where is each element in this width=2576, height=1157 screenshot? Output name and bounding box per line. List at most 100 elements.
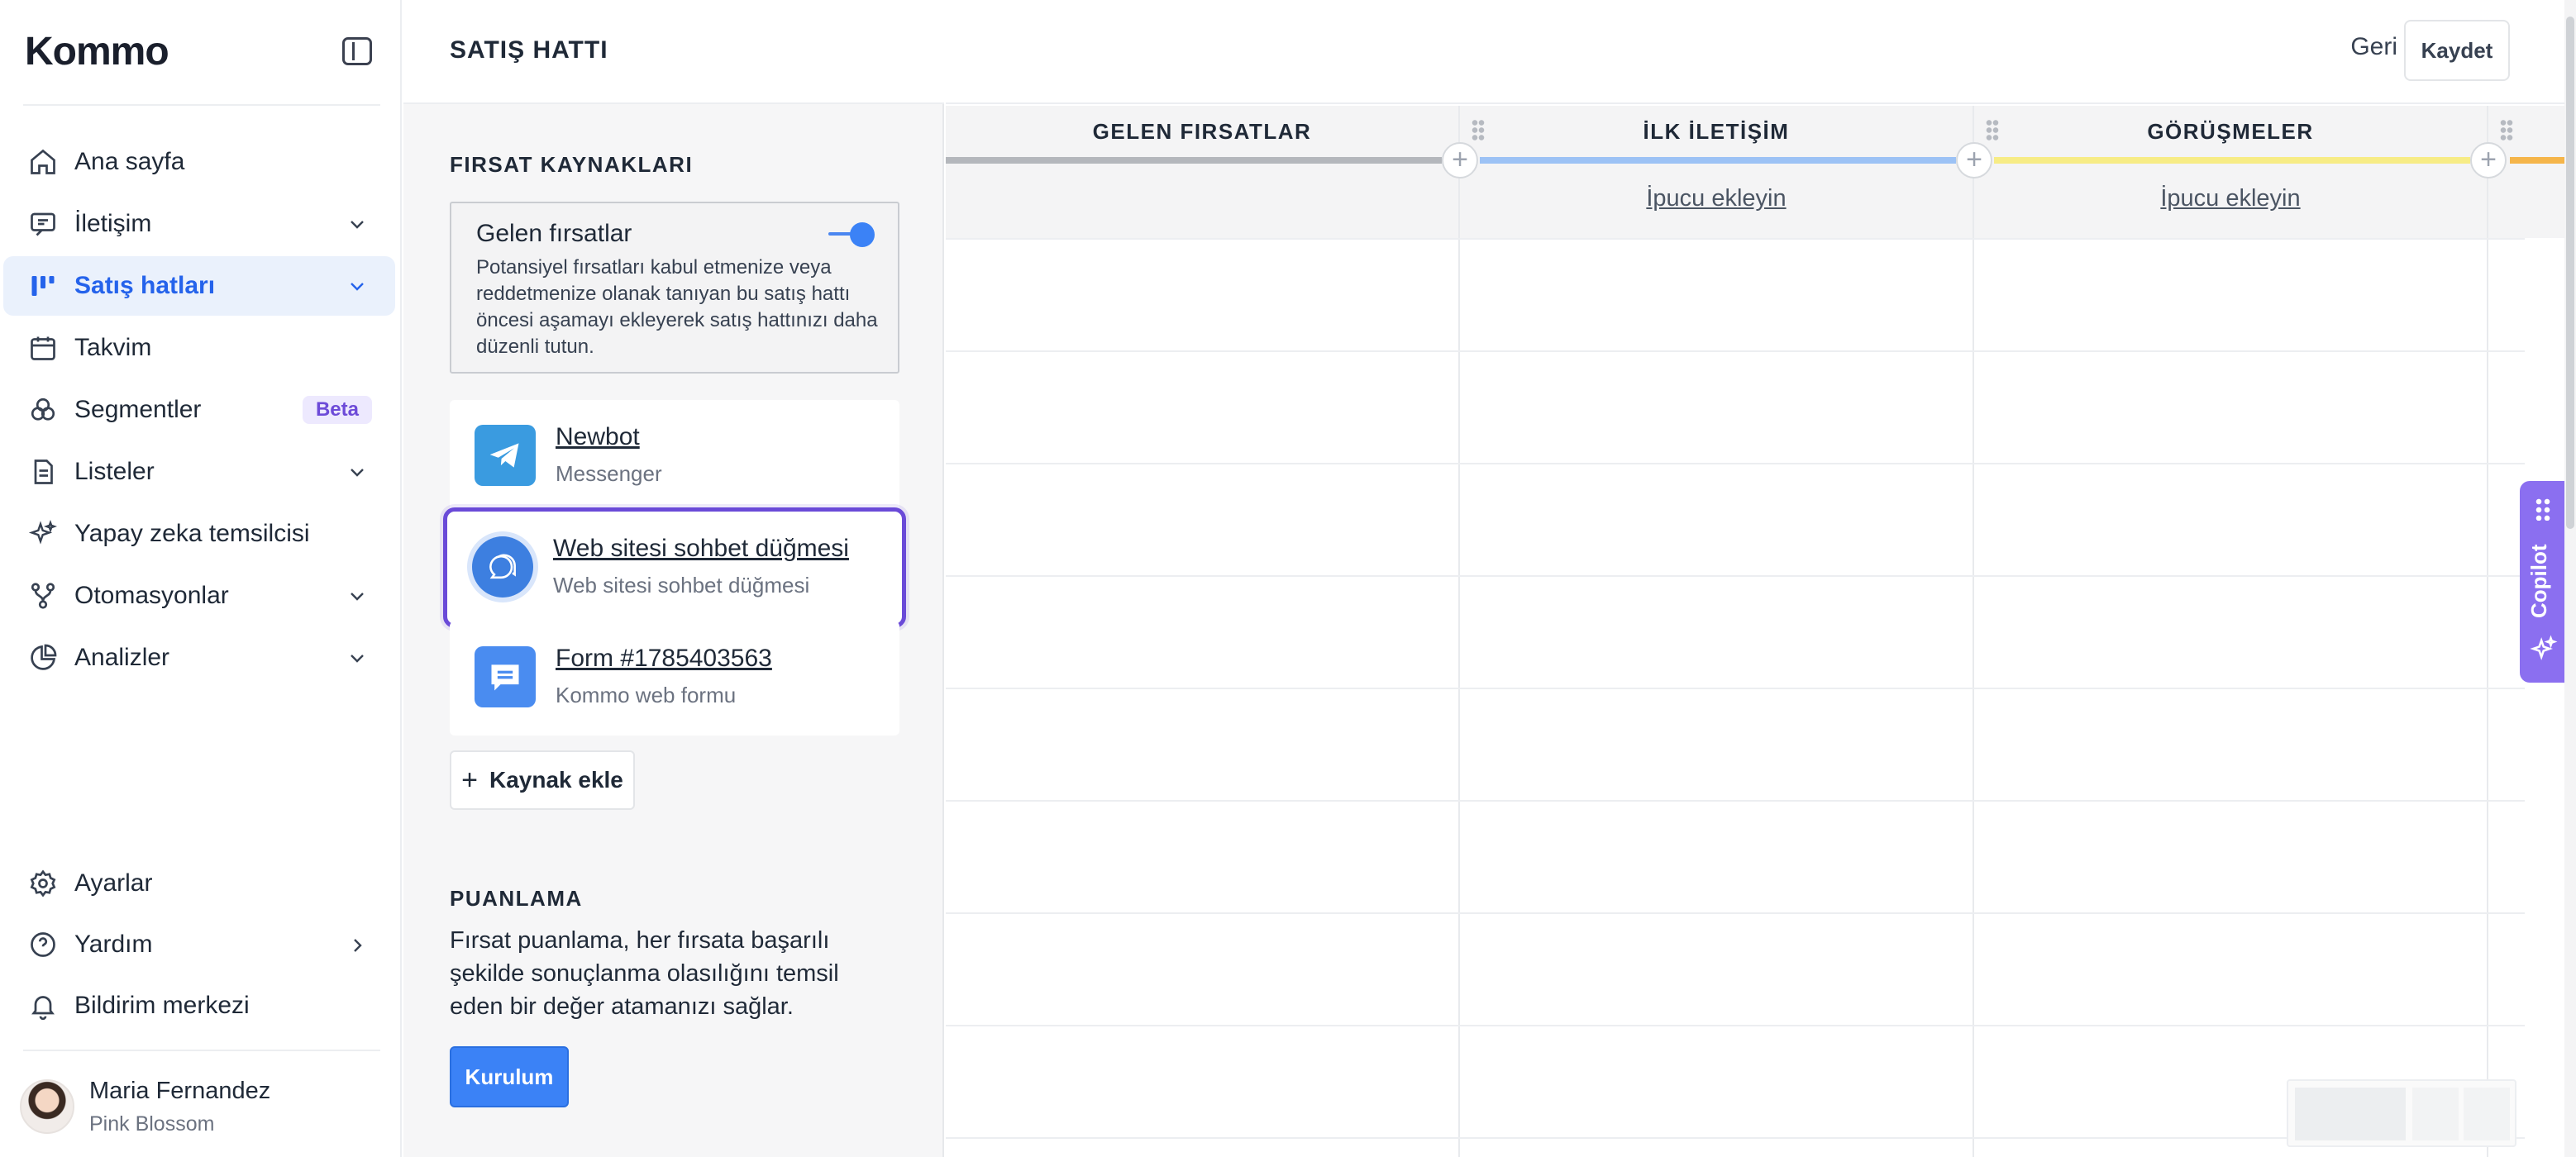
- sidebar-item-label: Ayarlar: [74, 869, 153, 897]
- sidebar-item-label: Segmentler: [74, 396, 202, 423]
- add-stage-plus-icon[interactable]: +: [2470, 142, 2507, 179]
- sidebar-item-pipelines[interactable]: Satış hatları: [3, 256, 395, 316]
- sidebar-collapse-icon[interactable]: [342, 37, 372, 65]
- row-divider: [946, 688, 2525, 689]
- chevron-right-icon[interactable]: [347, 936, 367, 955]
- pipeline-settings-panel: SATIŞ HATTI FIRSAT KAYNAKLARI Gelen fırs…: [403, 0, 944, 1157]
- sidebar: Kommo Ana sayfa İletişim Satış hatları T…: [0, 0, 402, 1157]
- stage-color-bar: [1480, 157, 1956, 164]
- add-stage-plus-icon[interactable]: +: [1956, 142, 1992, 179]
- source-name[interactable]: Newbot: [556, 423, 640, 451]
- help-icon: [26, 928, 60, 961]
- avatar: [20, 1079, 74, 1134]
- bell-icon: [26, 989, 60, 1022]
- sidebar-item-label: Otomasyonlar: [74, 582, 229, 609]
- scoring-description: Fırsat puanlama, her fırsata başarılı şe…: [450, 927, 839, 1020]
- row-divider: [946, 350, 2525, 352]
- sidebar-item-notifications[interactable]: Bildirim merkezi: [3, 977, 395, 1035]
- sidebar-item-settings[interactable]: Ayarlar: [3, 855, 395, 912]
- sidebar-item-label: Ana sayfa: [74, 148, 185, 175]
- sidebar-item-label: Yapay zeka temsilcisi: [74, 520, 310, 547]
- incoming-leads-toggle[interactable]: [828, 220, 875, 248]
- sidebar-item-automations[interactable]: Otomasyonlar: [3, 566, 395, 626]
- setup-button[interactable]: Kurulum: [450, 1046, 569, 1107]
- minimap-widget[interactable]: [2287, 1079, 2516, 1147]
- add-hint-link[interactable]: İpucu ekleyin: [1974, 185, 2487, 212]
- row-divider: [946, 463, 2525, 464]
- sidebar-item-segments[interactable]: Segmentler Beta: [3, 380, 395, 440]
- sparkle-icon: [2530, 635, 2558, 660]
- chevron-down-icon[interactable]: [347, 648, 367, 668]
- sidebar-item-label: Yardım: [74, 931, 153, 958]
- automation-icon: [26, 579, 60, 612]
- sidebar-item-analytics[interactable]: Analizler: [3, 628, 395, 688]
- stage-column-incoming[interactable]: GELEN FIRSATLAR: [946, 106, 1460, 1157]
- source-type: Messenger: [556, 461, 662, 486]
- sidebar-item-lists[interactable]: Listeler: [3, 442, 395, 502]
- source-card-newbot[interactable]: Newbot Messenger: [450, 400, 899, 514]
- sparkle-icon: [26, 517, 60, 550]
- incoming-leads-description: Potansiyel fırsatları kabul etmenize vey…: [476, 256, 878, 358]
- sidebar-item-communication[interactable]: İletişim: [3, 194, 395, 254]
- add-hint-link[interactable]: İpucu ekleyin: [1460, 185, 1973, 212]
- stage-color-bar: [946, 157, 1442, 164]
- copilot-tab[interactable]: Copilot: [2520, 481, 2566, 683]
- chevron-down-icon[interactable]: [347, 214, 367, 234]
- stage-column-meetings[interactable]: GÖRÜŞMELER İpucu ekleyin: [1974, 106, 2488, 1157]
- gear-icon: [26, 867, 60, 900]
- stage-title[interactable]: İLK İLETİŞİM: [1460, 119, 1973, 145]
- source-card-website-chat[interactable]: Web sitesi sohbet düğmesi Web sitesi soh…: [443, 507, 906, 628]
- source-name[interactable]: Form #1785403563: [556, 645, 772, 673]
- home-icon: [26, 145, 60, 179]
- logo-row: Kommo: [25, 25, 372, 79]
- stage-title[interactable]: GELEN FIRSATLAR: [946, 119, 1458, 145]
- scoring-section-title: PUANLAMA: [450, 886, 583, 911]
- kommo-logo[interactable]: Kommo: [25, 25, 169, 79]
- chat-icon: [26, 207, 60, 240]
- row-divider: [946, 1025, 2525, 1026]
- sidebar-item-label: İletişim: [74, 210, 152, 237]
- copilot-label: Copilot: [2526, 544, 2551, 618]
- source-name[interactable]: Web sitesi sohbet düğmesi: [553, 535, 849, 563]
- stage-title[interactable]: GÖRÜŞMELER: [1974, 119, 2487, 145]
- sidebar-item-ai-agent[interactable]: Yapay zeka temsilcisi: [3, 504, 395, 564]
- sidebar-item-help[interactable]: Yardım: [3, 916, 395, 974]
- sidebar-item-calendar[interactable]: Takvim: [3, 318, 395, 378]
- row-divider: [946, 575, 2525, 577]
- add-source-label: Kaynak ekle: [489, 767, 623, 793]
- pipeline-board: Geri Kaydet GELEN FIRSATLAR İLK İLETİŞİM…: [946, 0, 2576, 1157]
- stage-column-first-contact[interactable]: İLK İLETİŞİM İpucu ekleyin: [1460, 106, 1974, 1157]
- drag-handle-icon[interactable]: [2535, 498, 2551, 521]
- save-button[interactable]: Kaydet: [2404, 20, 2510, 81]
- board-topbar: Geri Kaydet: [946, 0, 2576, 104]
- drag-handle-icon[interactable]: [2500, 119, 2513, 142]
- sidebar-item-home[interactable]: Ana sayfa: [3, 132, 395, 192]
- minimap-block: [2464, 1088, 2510, 1140]
- pipeline-icon: [26, 269, 60, 302]
- drag-handle-icon[interactable]: [1472, 119, 1485, 142]
- chevron-down-icon[interactable]: [347, 276, 367, 296]
- back-button[interactable]: Geri: [2350, 33, 2397, 61]
- source-card-web-form[interactable]: Form #1785403563 Kommo web formu: [450, 621, 899, 736]
- drag-handle-icon[interactable]: [1986, 119, 1999, 142]
- sidebar-item-label: Analizler: [74, 644, 170, 671]
- user-company: Pink Blossom: [89, 1112, 215, 1136]
- stage-color-bar: [1994, 157, 2470, 164]
- add-source-button[interactable]: + Kaynak ekle: [450, 750, 635, 810]
- incoming-leads-card: Gelen fırsatlar Potansiyel fırsatları ka…: [450, 202, 899, 374]
- sidebar-divider: [23, 104, 380, 106]
- scrollbar-thumb[interactable]: [2566, 17, 2574, 529]
- sidebar-item-label: Takvim: [74, 334, 152, 361]
- chevron-down-icon[interactable]: [347, 586, 367, 606]
- minimap-block: [2295, 1088, 2406, 1140]
- page-title: SATIŞ HATTI: [450, 36, 608, 64]
- calendar-icon: [26, 331, 60, 364]
- sidebar-item-label: Listeler: [74, 458, 155, 485]
- row-divider: [946, 912, 2525, 914]
- minimap-block: [2412, 1088, 2459, 1140]
- chevron-down-icon[interactable]: [347, 462, 367, 482]
- user-profile[interactable]: Maria Fernandez Pink Blossom: [20, 1074, 384, 1140]
- add-stage-plus-icon[interactable]: +: [1442, 142, 1478, 179]
- beta-badge: Beta: [302, 396, 372, 424]
- row-divider: [946, 800, 2525, 802]
